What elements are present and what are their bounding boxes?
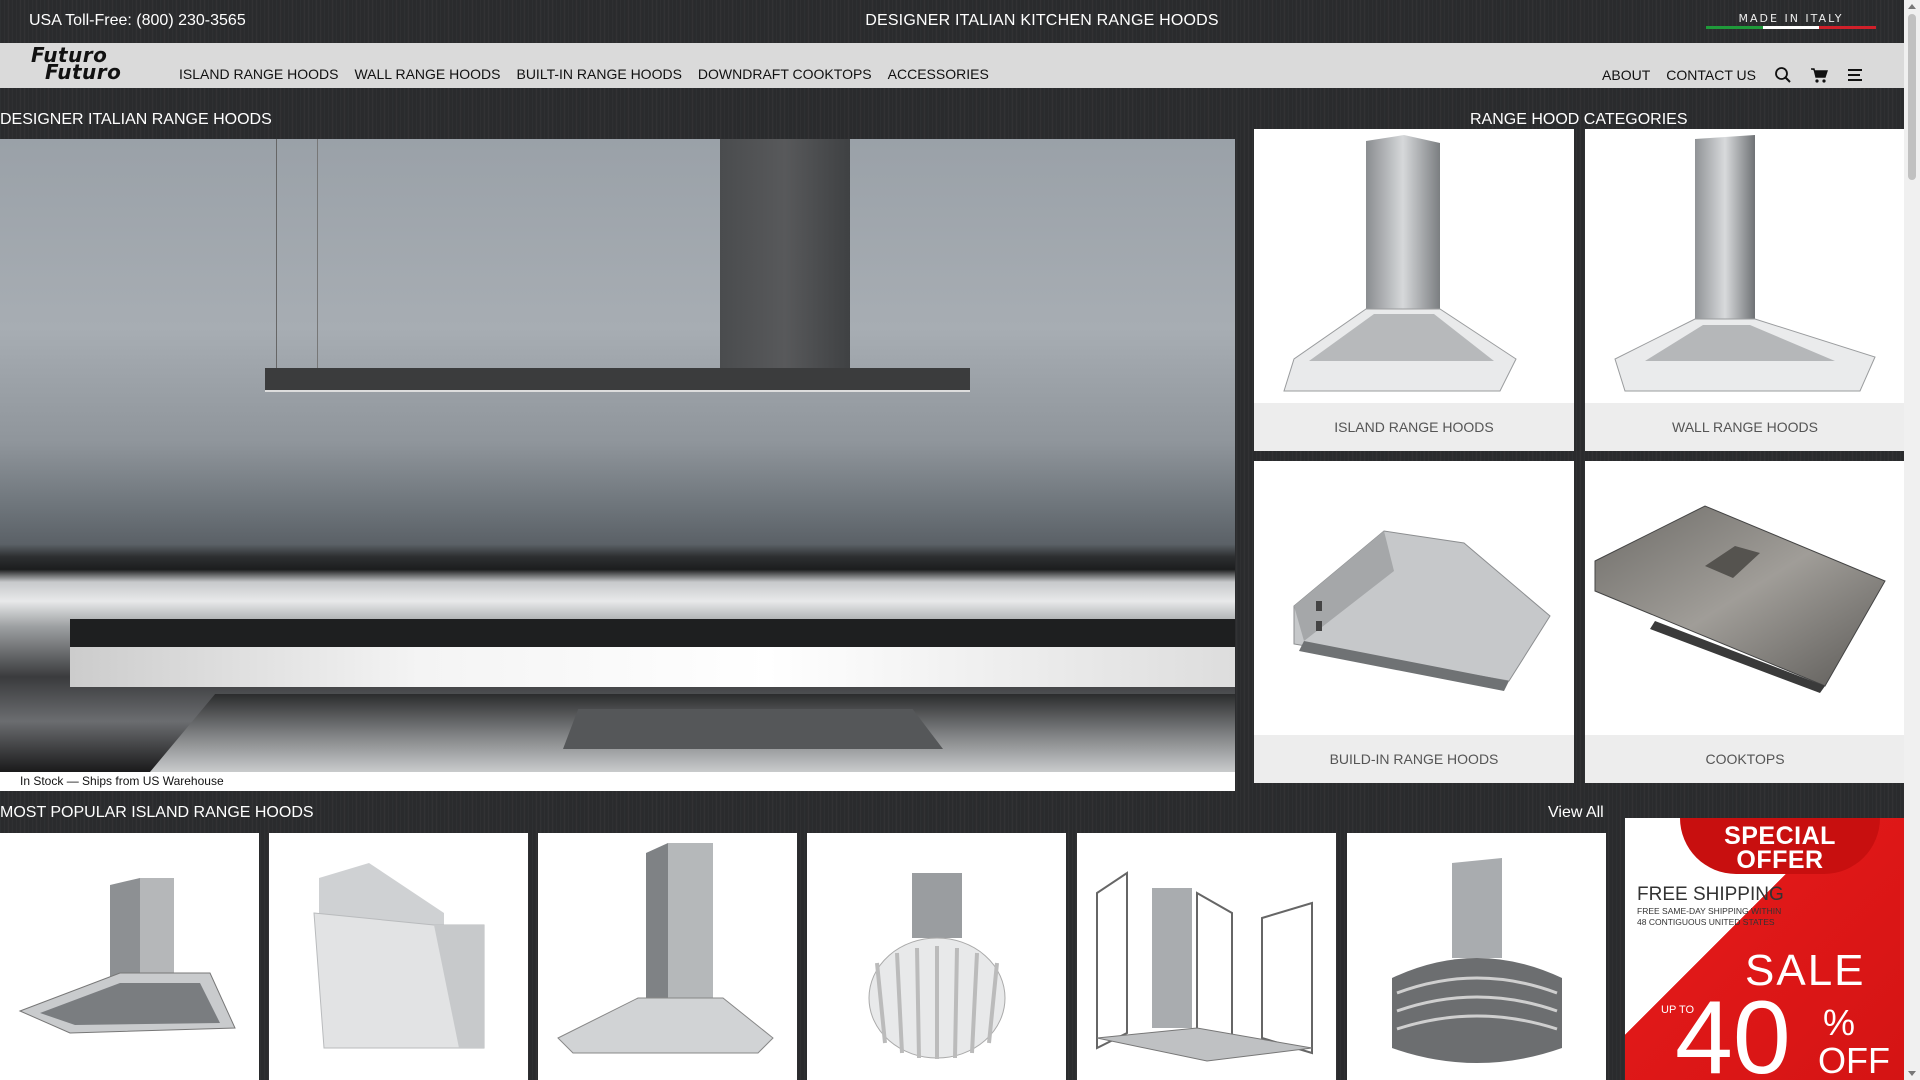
- product-card[interactable]: [0, 833, 259, 1080]
- nav-island-range-hoods[interactable]: ISLAND RANGE HOODS: [179, 66, 338, 82]
- category-label: ISLAND RANGE HOODS: [1254, 403, 1574, 451]
- scroll-down-arrow-icon[interactable]: [1908, 1071, 1916, 1076]
- page-scrollbar[interactable]: [1904, 0, 1920, 1080]
- category-island-range-hoods[interactable]: ISLAND RANGE HOODS: [1254, 129, 1574, 451]
- builtin-hood-image: [1254, 461, 1574, 735]
- nav-menu: ISLAND RANGE HOODS WALL RANGE HOODS BUIL…: [179, 66, 1005, 82]
- top-bar: USA Toll-Free: (800) 230-3565 DESIGNER I…: [0, 0, 1904, 43]
- menu-icon[interactable]: [1846, 66, 1864, 84]
- cooktop-shape: [563, 709, 943, 749]
- shipping-note: FREE SAME-DAY SHIPPING WITHIN 48 CONTIGU…: [1637, 906, 1782, 927]
- category-label: COOKTOPS: [1585, 735, 1905, 783]
- view-all-link[interactable]: View All: [1548, 804, 1604, 822]
- free-shipping-text: FREE SHIPPING: [1637, 884, 1784, 905]
- popular-title: MOST POPULAR ISLAND RANGE HOODS: [0, 804, 314, 821]
- scroll-up-arrow-icon[interactable]: [1908, 4, 1916, 9]
- category-label: WALL RANGE HOODS: [1585, 403, 1905, 451]
- nav-about[interactable]: ABOUT: [1602, 67, 1650, 83]
- category-build-in-range-hoods[interactable]: BUILD-IN RANGE HOODS: [1254, 461, 1574, 783]
- offer-special-text: SPECIAL: [1724, 822, 1836, 850]
- logo-line2: Futuro: [45, 60, 122, 84]
- nav-right: ABOUT CONTACT US: [1586, 66, 1864, 84]
- category-wall-range-hoods[interactable]: WALL RANGE HOODS: [1585, 129, 1905, 451]
- hero-caption-bar: In Stock — Ships from US Warehouse: [0, 772, 1235, 791]
- scroll-thumb[interactable]: [1908, 14, 1916, 180]
- nav-contact-us[interactable]: CONTACT US: [1666, 67, 1756, 83]
- nav-accessories[interactable]: ACCESSORIES: [888, 66, 989, 82]
- cooktop-image: [1585, 461, 1905, 735]
- nav-wall-range-hoods[interactable]: WALL RANGE HOODS: [354, 66, 500, 82]
- hood-wire: [317, 139, 318, 368]
- cart-icon[interactable]: [1810, 66, 1828, 84]
- product-image: [557, 843, 774, 1054]
- product-image: [313, 863, 485, 1049]
- product-card[interactable]: [1347, 833, 1606, 1080]
- search-icon[interactable]: [1774, 66, 1792, 84]
- kitchen-cabinet: [70, 647, 1235, 687]
- made-in-italy-text: MADE IN ITALY: [1738, 12, 1844, 25]
- tagline-text: DESIGNER ITALIAN KITCHEN RANGE HOODS: [865, 12, 1219, 29]
- product-card[interactable]: [269, 833, 528, 1080]
- nav-built-in-range-hoods[interactable]: BUILT-IN RANGE HOODS: [516, 66, 681, 82]
- percent-sign: %: [1823, 1002, 1856, 1043]
- made-in-italy-badge: MADE IN ITALY: [1706, 12, 1877, 29]
- off-text: OFF: [1818, 1040, 1890, 1080]
- wall-hood-image: [1585, 129, 1905, 403]
- hero-title: DESIGNER ITALIAN RANGE HOODS: [0, 111, 272, 128]
- kitchen-counter: [70, 619, 1235, 647]
- hood-wire: [276, 139, 277, 368]
- main-navigation: Futuro Futuro ISLAND RANGE HOODS WALL RA…: [0, 43, 1904, 88]
- product-card[interactable]: [538, 833, 797, 1080]
- discount-amount: 40: [1675, 980, 1791, 1080]
- product-card[interactable]: [1077, 833, 1336, 1080]
- category-cooktops[interactable]: COOKTOPS: [1585, 461, 1905, 783]
- product-image: [1096, 871, 1313, 1062]
- site-tagline: DESIGNER ITALIAN KITCHEN RANGE HOODS: [0, 12, 1920, 30]
- offer-offer-text: OFFER: [1736, 846, 1824, 874]
- nav-downdraft-cooktops[interactable]: DOWNDRAFT COOKTOPS: [698, 66, 872, 82]
- categories-title: RANGE HOOD CATEGORIES: [1470, 111, 1688, 128]
- hood-chimney: [720, 139, 850, 369]
- island-hood-shape: [265, 368, 970, 392]
- special-offer-banner[interactable]: SPECIAL OFFER FREE SHIPPING FREE SAME-DA…: [1625, 818, 1905, 1080]
- product-image: [868, 873, 1006, 1059]
- hero-caption: In Stock — Ships from US Warehouse: [20, 774, 224, 788]
- hero-image[interactable]: [0, 139, 1235, 772]
- italian-flag-icon: [1706, 26, 1877, 29]
- futuro-logo[interactable]: Futuro Futuro: [31, 45, 159, 84]
- island-hood-image: [1254, 129, 1574, 403]
- product-image: [18, 878, 236, 1034]
- offer-heading: SPECIAL OFFER: [1625, 822, 1905, 874]
- category-label: BUILD-IN RANGE HOODS: [1254, 735, 1574, 783]
- product-card[interactable]: [807, 833, 1066, 1080]
- product-image: [1392, 858, 1562, 1063]
